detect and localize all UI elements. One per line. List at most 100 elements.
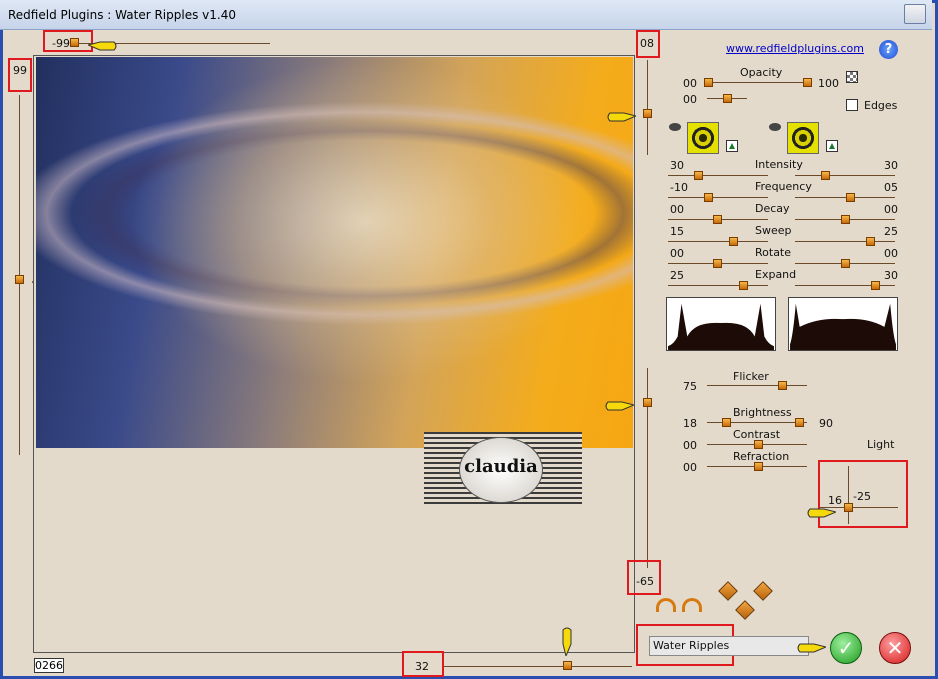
pointer-hand-icon (605, 401, 634, 411)
param-right-value: 25 (884, 225, 898, 238)
bottom-slider-value: 32 (415, 660, 429, 673)
edges-label: Edges (864, 99, 898, 112)
param-left-track[interactable] (668, 241, 768, 242)
opacity-knob-left[interactable] (704, 78, 713, 87)
frame-counter: 0266 (34, 658, 64, 673)
param-left-value: 00 (670, 203, 684, 216)
brightness-right-value: 90 (819, 417, 833, 430)
light-knob[interactable] (844, 503, 853, 512)
light-vertical-track[interactable] (848, 466, 849, 524)
right-top-slider-track[interactable] (647, 60, 648, 155)
param-label: Sweep (755, 224, 792, 237)
param-right-value: 00 (884, 203, 898, 216)
opacity-max-value: 100 (818, 77, 839, 90)
param-left-value: 00 (670, 247, 684, 260)
top-slider-value: -99 (52, 37, 70, 50)
param-left-knob[interactable] (713, 215, 722, 224)
flicker-value: 75 (683, 380, 697, 393)
param-right-knob[interactable] (841, 215, 850, 224)
param-label: Rotate (755, 246, 792, 259)
ripple-left-icon[interactable] (687, 122, 719, 154)
bottom-slider-track[interactable] (444, 666, 632, 667)
right-bottom-slider-value: -65 (636, 575, 654, 588)
param-right-track[interactable] (795, 241, 895, 242)
param-left-value: 30 (670, 159, 684, 172)
param-left-track[interactable] (668, 175, 768, 176)
pointer-hand-icon (607, 112, 636, 122)
param-left-knob[interactable] (704, 193, 713, 202)
preset-value: Water Ripples (653, 639, 730, 652)
pointer-hand-icon (797, 643, 826, 653)
param-label: Frequency (755, 180, 812, 193)
flicker-knob[interactable] (778, 381, 787, 390)
param-left-track[interactable] (668, 285, 768, 286)
contrast-knob[interactable] (754, 440, 763, 449)
param-left-knob[interactable] (713, 259, 722, 268)
param-right-knob[interactable] (821, 171, 830, 180)
light-y-value: -25 (853, 490, 871, 503)
undo-arrow-icon[interactable] (656, 598, 676, 612)
brightness-label: Brightness (733, 406, 792, 419)
pointer-hand-icon (88, 41, 117, 51)
param-label: Expand (755, 268, 797, 281)
param-right-track[interactable] (795, 285, 895, 286)
opacity-second-value: 00 (683, 93, 697, 106)
edges-checkbox[interactable] (846, 99, 858, 111)
title-bar: Redfield Plugins : Water Ripples v1.40 (0, 0, 932, 30)
param-left-track[interactable] (668, 197, 768, 198)
watermark-text: claudia (464, 456, 538, 477)
flicker-track[interactable] (707, 385, 807, 386)
left-slider-value: 99 (13, 64, 27, 77)
right-bottom-slider-knob[interactable] (643, 398, 652, 407)
param-left-value: -10 (670, 181, 688, 194)
param-left-knob[interactable] (729, 237, 738, 246)
right-top-slider-knob[interactable] (643, 109, 652, 118)
param-left-value: 25 (670, 269, 684, 282)
ok-button[interactable]: ✓ (830, 632, 862, 664)
light-label: Light (867, 438, 895, 451)
param-right-knob[interactable] (871, 281, 880, 290)
redfield-link[interactable]: www.redfieldplugins.com (726, 42, 864, 55)
brightness-knob-right[interactable] (795, 418, 804, 427)
opacity-track[interactable] (707, 82, 809, 83)
param-left-knob[interactable] (694, 171, 703, 180)
param-left-value: 15 (670, 225, 684, 238)
preview-image[interactable] (36, 57, 633, 448)
pointer-hand-icon (807, 508, 836, 518)
brightness-left-value: 18 (683, 417, 697, 430)
window-title: Redfield Plugins : Water Ripples v1.40 (8, 8, 236, 22)
brightness-knob-left[interactable] (722, 418, 731, 427)
waveform-right-graph (788, 297, 898, 351)
redo-arrow-icon[interactable] (682, 598, 702, 612)
param-right-value: 05 (884, 181, 898, 194)
window-close-button[interactable] (904, 4, 926, 24)
opacity-knob-right[interactable] (803, 78, 812, 87)
eye-icon[interactable] (669, 123, 681, 131)
ripple-right-icon[interactable] (787, 122, 819, 154)
opacity-second-knob[interactable] (723, 94, 732, 103)
left-slider-knob[interactable] (15, 275, 24, 284)
bottom-slider-knob[interactable] (563, 661, 572, 670)
param-right-value: 30 (884, 159, 898, 172)
param-right-value: 00 (884, 247, 898, 260)
color-left-icon[interactable] (726, 140, 738, 152)
opacity-label: Opacity (740, 66, 783, 79)
color-right-icon[interactable] (826, 140, 838, 152)
top-slider-knob[interactable] (70, 38, 79, 47)
contrast-value: 00 (683, 439, 697, 452)
eye-icon[interactable] (769, 123, 781, 131)
flicker-label: Flicker (733, 370, 769, 383)
help-icon[interactable]: ? (879, 40, 898, 59)
transparency-icon[interactable] (846, 71, 858, 83)
param-right-knob[interactable] (866, 237, 875, 246)
param-label: Intensity (755, 158, 803, 171)
right-top-slider-value: 08 (640, 37, 654, 50)
refraction-knob[interactable] (754, 462, 763, 471)
param-right-knob[interactable] (846, 193, 855, 202)
param-label: Decay (755, 202, 790, 215)
cancel-button[interactable]: ✕ (879, 632, 911, 664)
param-right-knob[interactable] (841, 259, 850, 268)
param-right-track[interactable] (795, 175, 895, 176)
param-left-knob[interactable] (739, 281, 748, 290)
param-right-track[interactable] (795, 197, 895, 198)
